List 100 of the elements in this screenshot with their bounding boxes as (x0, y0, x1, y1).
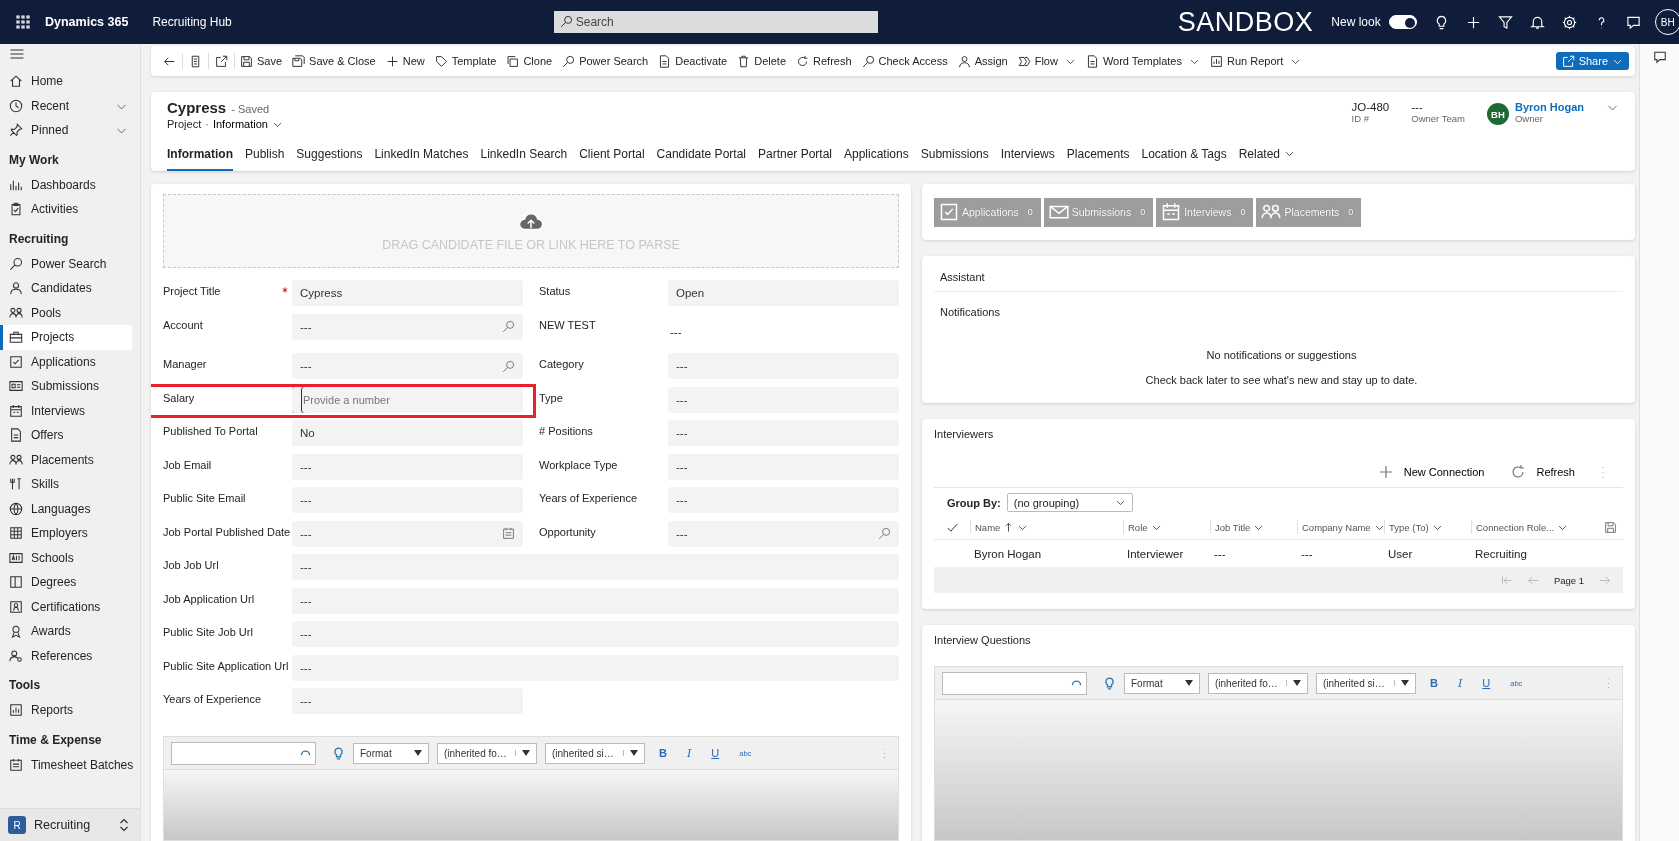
input-field[interactable]: --- (668, 420, 899, 446)
command-button[interactable]: Check Access (856, 48, 953, 74)
toggle-switch[interactable] (1388, 15, 1417, 29)
tab[interactable]: Suggestions (296, 140, 363, 171)
nav-item[interactable]: Projects (0, 325, 132, 350)
tab[interactable]: Submissions (920, 140, 989, 171)
search-icon[interactable] (502, 320, 515, 333)
command-button[interactable]: Delete (732, 48, 791, 74)
input-field[interactable]: --- (668, 453, 899, 480)
input-field[interactable]: --- (668, 487, 899, 513)
tab[interactable]: Related (1238, 140, 1296, 171)
nav-item[interactable]: Languages (0, 496, 132, 521)
command-button[interactable]: Template (429, 48, 502, 74)
column-header[interactable]: Type (To) (1384, 520, 1471, 534)
input-field[interactable]: --- (292, 587, 899, 614)
font-dropdown[interactable]: (inherited fo… (1208, 672, 1308, 694)
command-button[interactable]: Power Search (557, 48, 654, 74)
input-field[interactable]: --- (292, 453, 523, 480)
size-dropdown[interactable]: (inherited si… (1316, 672, 1416, 694)
size-dropdown[interactable]: (inherited si… (545, 742, 645, 764)
italic-button[interactable]: I (1451, 676, 1469, 690)
app-name[interactable]: Dynamics 365 (45, 15, 129, 29)
area-switcher[interactable]: R Recruiting (0, 808, 140, 841)
input-field[interactable]: No (292, 420, 523, 446)
floppy-icon[interactable] (1604, 520, 1617, 534)
font-dropdown[interactable]: (inherited fo… (437, 742, 537, 764)
nav-item[interactable]: Certifications (0, 594, 132, 619)
tab[interactable]: Placements (1066, 140, 1130, 171)
nav-item[interactable]: Dashboards (0, 172, 132, 197)
nav-item[interactable]: Candidates (0, 276, 132, 301)
command-button[interactable]: New (380, 48, 430, 74)
gear-icon[interactable] (1561, 14, 1577, 30)
nav-item[interactable]: Activities (0, 197, 132, 222)
chat-bubble-icon[interactable] (1652, 50, 1667, 64)
find-field[interactable] (942, 671, 1087, 695)
input-field[interactable]: --- (668, 520, 899, 547)
chat-bubble-icon[interactable] (1625, 14, 1641, 30)
nav-item[interactable]: Home (0, 69, 132, 94)
underline-button[interactable]: U (705, 747, 726, 759)
nav-item[interactable]: Placements (0, 447, 132, 472)
underline-button[interactable]: U (1476, 677, 1497, 689)
command-button[interactable]: Word Templates (1080, 48, 1205, 74)
command-button[interactable]: Save & Close (287, 48, 381, 74)
nav-item[interactable]: Degrees (0, 570, 132, 595)
tab[interactable]: Interviews (1000, 140, 1055, 171)
tab[interactable]: LinkedIn Matches (374, 140, 469, 171)
input-field[interactable]: --- (668, 353, 899, 379)
search-icon[interactable] (878, 527, 891, 540)
nav-item[interactable]: Employers (0, 521, 132, 546)
format-dropdown[interactable]: Format (353, 742, 429, 764)
search-icon[interactable] (502, 359, 515, 373)
input-field[interactable]: --- (292, 487, 523, 513)
grid-command[interactable]: New Connection (1371, 463, 1491, 481)
nav-item[interactable]: Pools (0, 300, 132, 325)
bell-icon[interactable] (1529, 14, 1545, 30)
nav-item[interactable]: References (0, 643, 132, 668)
command-button[interactable]: Flow (1012, 48, 1081, 74)
column-header[interactable]: Role (1123, 520, 1210, 534)
input-field[interactable]: Open (668, 280, 899, 306)
area-name[interactable]: Recruiting Hub (152, 15, 232, 29)
tab[interactable]: Applications (844, 140, 909, 171)
form-selector[interactable]: Information (212, 118, 283, 130)
nav-item[interactable]: Interviews (0, 398, 132, 423)
column-header[interactable]: Job Title (1210, 520, 1297, 534)
filter-icon[interactable] (1497, 14, 1513, 30)
column-header[interactable]: Company Name (1297, 520, 1384, 534)
tab[interactable]: Client Portal (579, 140, 645, 171)
menu-icon[interactable] (9, 46, 25, 62)
input-field[interactable]: --- (668, 386, 899, 413)
plus-icon[interactable] (1465, 14, 1481, 30)
command-button[interactable]: Refresh (791, 48, 857, 74)
nav-item[interactable]: Pinned (0, 118, 132, 143)
input-field[interactable]: Cypress (292, 280, 523, 306)
tab[interactable]: LinkedIn Search (480, 140, 568, 171)
group-by-dropdown[interactable]: (no grouping) (1006, 493, 1133, 512)
input-field[interactable]: --- (292, 621, 899, 647)
input-field[interactable]: --- (292, 688, 523, 714)
command-button[interactable]: Clone (501, 48, 558, 74)
nav-item[interactable]: Submissions (0, 374, 132, 399)
input-field[interactable]: --- (292, 353, 523, 379)
tab[interactable]: Candidate Portal (656, 140, 746, 171)
input-field[interactable]: --- (292, 654, 899, 681)
column-header[interactable]: Name (970, 520, 1123, 534)
nav-item[interactable]: Recent (0, 93, 132, 118)
nav-item[interactable]: Schools (0, 545, 132, 570)
tab[interactable]: Publish (245, 140, 285, 171)
column-header[interactable]: Connection Role... (1471, 520, 1583, 534)
bold-button[interactable]: B (1424, 677, 1444, 689)
command-button[interactable]: Save (235, 48, 288, 74)
input-field[interactable]: --- (292, 520, 523, 547)
share-button[interactable]: Share (1555, 52, 1629, 70)
format-dropdown[interactable]: Format (1124, 672, 1200, 694)
find-field[interactable] (171, 741, 316, 765)
nav-item[interactable]: Power Search (0, 251, 132, 276)
search-field[interactable]: Search (553, 11, 878, 33)
nav-item[interactable]: Timesheet Batches (0, 752, 132, 777)
lines-calendar-icon[interactable] (502, 527, 515, 540)
nav-item[interactable]: Awards (0, 619, 132, 644)
tab[interactable]: Location & Tags (1141, 140, 1227, 171)
command-button[interactable]: Assign (952, 48, 1013, 74)
